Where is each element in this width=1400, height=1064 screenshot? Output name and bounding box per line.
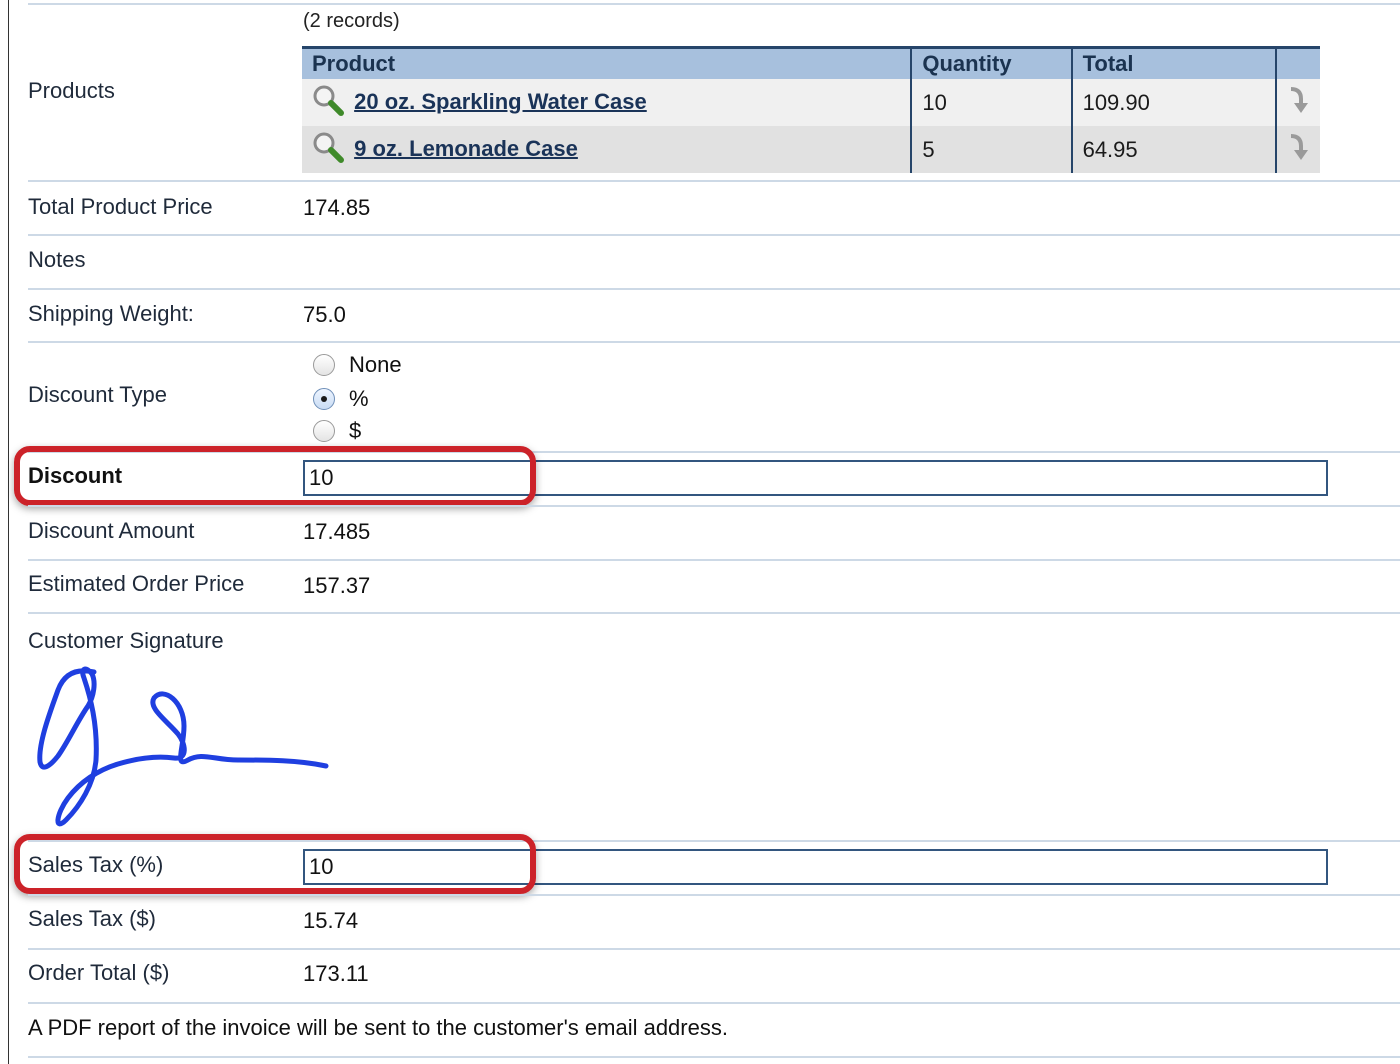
customer-signature-label: Customer Signature [28,628,224,653]
row-divider [28,948,1400,950]
discount-label: Discount [28,463,123,488]
quantity-cell: 5 [910,126,1072,173]
row-action-cell [1275,79,1320,126]
magnifier-icon[interactable] [312,84,348,122]
radio-label: % [349,386,369,411]
discount-input[interactable] [303,460,1328,496]
product-link[interactable]: 9 oz. Lemonade Case [354,135,578,160]
discount-type-option-dollar[interactable]: $ [313,418,361,444]
total-cell: 64.95 [1070,126,1277,173]
product-link[interactable]: 20 oz. Sparkling Water Case [354,88,647,113]
discount-amount-value: 17.485 [303,519,371,544]
total-product-price-value: 174.85 [303,195,371,220]
table-header-row: Product Quantity Total [302,46,1320,79]
column-header-product: Product [302,46,912,79]
row-divider [28,288,1400,290]
records-count: (2 records) [303,10,400,32]
order-total-label: Order Total ($) [28,960,170,985]
table-row: 9 oz. Lemonade Case 5 64.95 [302,126,1320,173]
row-divider [28,612,1400,614]
arrow-down-right-icon[interactable] [1287,86,1313,120]
row-divider [28,1056,1400,1058]
row-divider [28,341,1400,343]
row-action-cell [1275,126,1320,173]
products-table: Product Quantity Total 20 oz. Sparkling … [302,46,1320,173]
row-divider [28,1002,1400,1004]
estimated-order-price-value: 157.37 [303,573,371,598]
discount-type-option-none[interactable]: None [313,352,402,378]
sales-tax-amount-label: Sales Tax ($) [28,906,156,931]
products-label: Products [28,78,115,103]
notes-label: Notes [28,247,86,272]
pdf-report-note: A PDF report of the invoice will be sent… [28,1015,728,1040]
row-divider [28,451,1400,453]
radio-label: None [349,352,402,377]
sales-tax-amount-value: 15.74 [303,908,359,933]
total-cell: 109.90 [1070,79,1277,126]
row-divider [28,840,1400,842]
signature-image [37,666,329,827]
column-header-total: Total [1070,46,1277,79]
column-header-quantity: Quantity [910,46,1072,79]
product-cell: 9 oz. Lemonade Case [302,126,912,173]
shipping-weight-value: 75.0 [303,302,346,327]
sales-tax-percent-input[interactable] [303,849,1328,885]
row-divider [28,894,1400,896]
row-divider [28,3,1400,5]
quantity-cell: 10 [910,79,1072,126]
product-cell: 20 oz. Sparkling Water Case [302,79,912,126]
magnifier-icon[interactable] [312,131,348,169]
discount-type-label: Discount Type [28,382,168,407]
table-row: 20 oz. Sparkling Water Case 10 109.90 [302,79,1320,126]
radio-button[interactable] [313,354,335,376]
arrow-down-right-icon[interactable] [1287,133,1313,167]
radio-label: $ [349,418,362,443]
discount-type-option-percent[interactable]: % [313,386,369,412]
total-product-price-label: Total Product Price [28,194,213,219]
estimated-order-price-label: Estimated Order Price [28,571,245,596]
page-left-border [8,0,9,1064]
column-header-actions [1275,46,1320,79]
row-divider [28,559,1400,561]
shipping-weight-label: Shipping Weight: [28,301,194,326]
sales-tax-percent-label: Sales Tax (%) [28,852,164,877]
row-divider [28,180,1400,182]
radio-button[interactable] [313,420,335,442]
row-divider [28,505,1400,507]
radio-button-selected[interactable] [313,388,335,410]
discount-amount-label: Discount Amount [28,518,195,543]
order-total-value: 173.11 [303,961,369,986]
row-divider [28,234,1400,236]
